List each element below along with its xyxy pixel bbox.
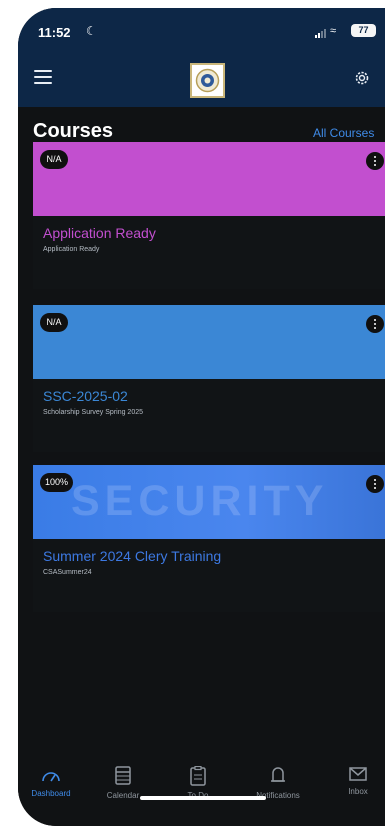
home-indicator [140, 796, 266, 800]
tab-calendar[interactable]: Calendar [88, 766, 158, 800]
tab-inbox[interactable]: Inbox [323, 766, 385, 796]
tab-label: Inbox [348, 787, 368, 796]
hamburger-menu-icon[interactable] [34, 70, 52, 84]
course-title[interactable]: Summer 2024 Clery Training [43, 548, 221, 564]
tab-todo[interactable]: To Do [163, 766, 233, 800]
dashboard-icon [42, 772, 60, 782]
banner-image-text: SECURITY [71, 477, 329, 525]
more-options-icon[interactable] [366, 475, 384, 493]
inbox-icon [349, 767, 367, 781]
course-banner: SECURITY [33, 465, 385, 539]
grade-badge: N/A [40, 313, 68, 332]
course-banner [33, 305, 385, 379]
course-card[interactable]: N/A Application Ready Application Ready [33, 142, 385, 289]
todo-icon [190, 766, 206, 786]
course-code: Application Ready [43, 246, 100, 253]
tab-label: Dashboard [31, 789, 71, 798]
course-title[interactable]: Application Ready [43, 225, 156, 241]
wifi-icon: ≈ [330, 25, 337, 37]
grade-badge: 100% [40, 473, 74, 492]
gear-icon[interactable] [353, 69, 371, 87]
course-card[interactable]: N/A SSC-2025-02 Scholarship Survey Sprin… [33, 305, 385, 452]
tab-notifications[interactable]: Notifications [243, 766, 313, 800]
course-code: CSASummer24 [43, 569, 92, 576]
page-title: Courses [33, 120, 114, 142]
tab-dashboard[interactable]: Dashboard [18, 766, 86, 798]
cellular-signal-icon [315, 29, 326, 38]
all-courses-link[interactable]: All Courses [313, 126, 374, 140]
moon-icon: ☾ [86, 24, 97, 38]
bell-icon [271, 767, 285, 782]
institution-logo [190, 63, 225, 98]
status-time: 11:52 [38, 25, 71, 40]
app-header: 11:52 ☾ ≈ 77 [18, 8, 385, 107]
course-title[interactable]: SSC-2025-02 [43, 388, 128, 404]
more-options-icon[interactable] [366, 152, 384, 170]
calendar-icon [115, 766, 131, 785]
course-code: Scholarship Survey Spring 2025 [43, 409, 144, 416]
app-screen: 11:52 ☾ ≈ 77 Courses All Courses N/A App… [18, 8, 385, 826]
battery-level: 77 [358, 25, 369, 35]
more-options-icon[interactable] [366, 315, 384, 333]
battery-icon: 77 [351, 24, 376, 37]
grade-badge: N/A [40, 150, 68, 169]
course-banner [33, 142, 385, 216]
seal-icon [195, 68, 220, 93]
bottom-tab-bar: Dashboard Calendar To Do [18, 748, 385, 826]
course-card[interactable]: SECURITY 100% Summer 2024 Clery Training… [33, 465, 385, 612]
